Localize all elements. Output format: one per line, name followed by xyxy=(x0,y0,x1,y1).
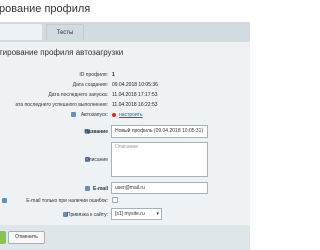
email-errors-only-checkbox[interactable] xyxy=(112,197,118,203)
cancel-button[interactable]: Отменить xyxy=(8,231,45,244)
last-success-label: ата последнего успешного выполнения: xyxy=(15,102,108,108)
help-icon[interactable] xyxy=(85,186,90,191)
tab-tests[interactable]: Тесты xyxy=(46,24,84,40)
section-title: тирование профиля автозагрузки xyxy=(0,48,124,57)
last-success-value: 11.04.2018 16:22:53 xyxy=(112,102,158,108)
description-placeholder: Описание xyxy=(115,144,139,150)
email-errors-only-label: E-mail только при наличии ошибок: xyxy=(26,198,108,204)
tab-general[interactable] xyxy=(0,24,42,40)
description-label: Описание xyxy=(84,157,108,163)
profile-id-label: ID профиля: xyxy=(79,72,108,78)
autostart-label: Автозапуск: xyxy=(80,112,108,118)
last-run-label: Дата последнего запуска: xyxy=(48,92,108,98)
created-date-value: 09.04.2018 10:05:36 xyxy=(112,82,158,88)
name-input[interactable]: Новый профиль (09.04.2018 10:05:31) xyxy=(111,125,208,138)
save-button[interactable] xyxy=(0,231,6,244)
autostart-status-icon xyxy=(112,113,116,117)
site-select-value: [s1] mysite.ru xyxy=(115,211,145,217)
chevron-down-icon: ▾ xyxy=(156,211,159,217)
title-bar: рование профиля xyxy=(0,0,250,20)
page-title: рование профиля xyxy=(0,3,91,15)
site-binding-label: Привязка к сайту: xyxy=(66,212,108,218)
help-icon[interactable] xyxy=(71,112,76,117)
autostart-configure-link[interactable]: настроить xyxy=(119,112,143,118)
created-date-label: Дата создания: xyxy=(72,82,108,88)
last-run-value: 11.04.2018 17:17:53 xyxy=(112,92,158,98)
profile-id-value: 1 xyxy=(112,72,115,78)
name-label: Название xyxy=(84,129,108,135)
help-icon[interactable] xyxy=(2,198,7,203)
site-select[interactable]: [s1] mysite.ru ▾ xyxy=(111,208,162,220)
description-textarea[interactable]: Описание xyxy=(111,142,208,177)
email-label: E-mail xyxy=(92,186,108,192)
email-input[interactable]: user@mail.ru xyxy=(111,182,208,194)
